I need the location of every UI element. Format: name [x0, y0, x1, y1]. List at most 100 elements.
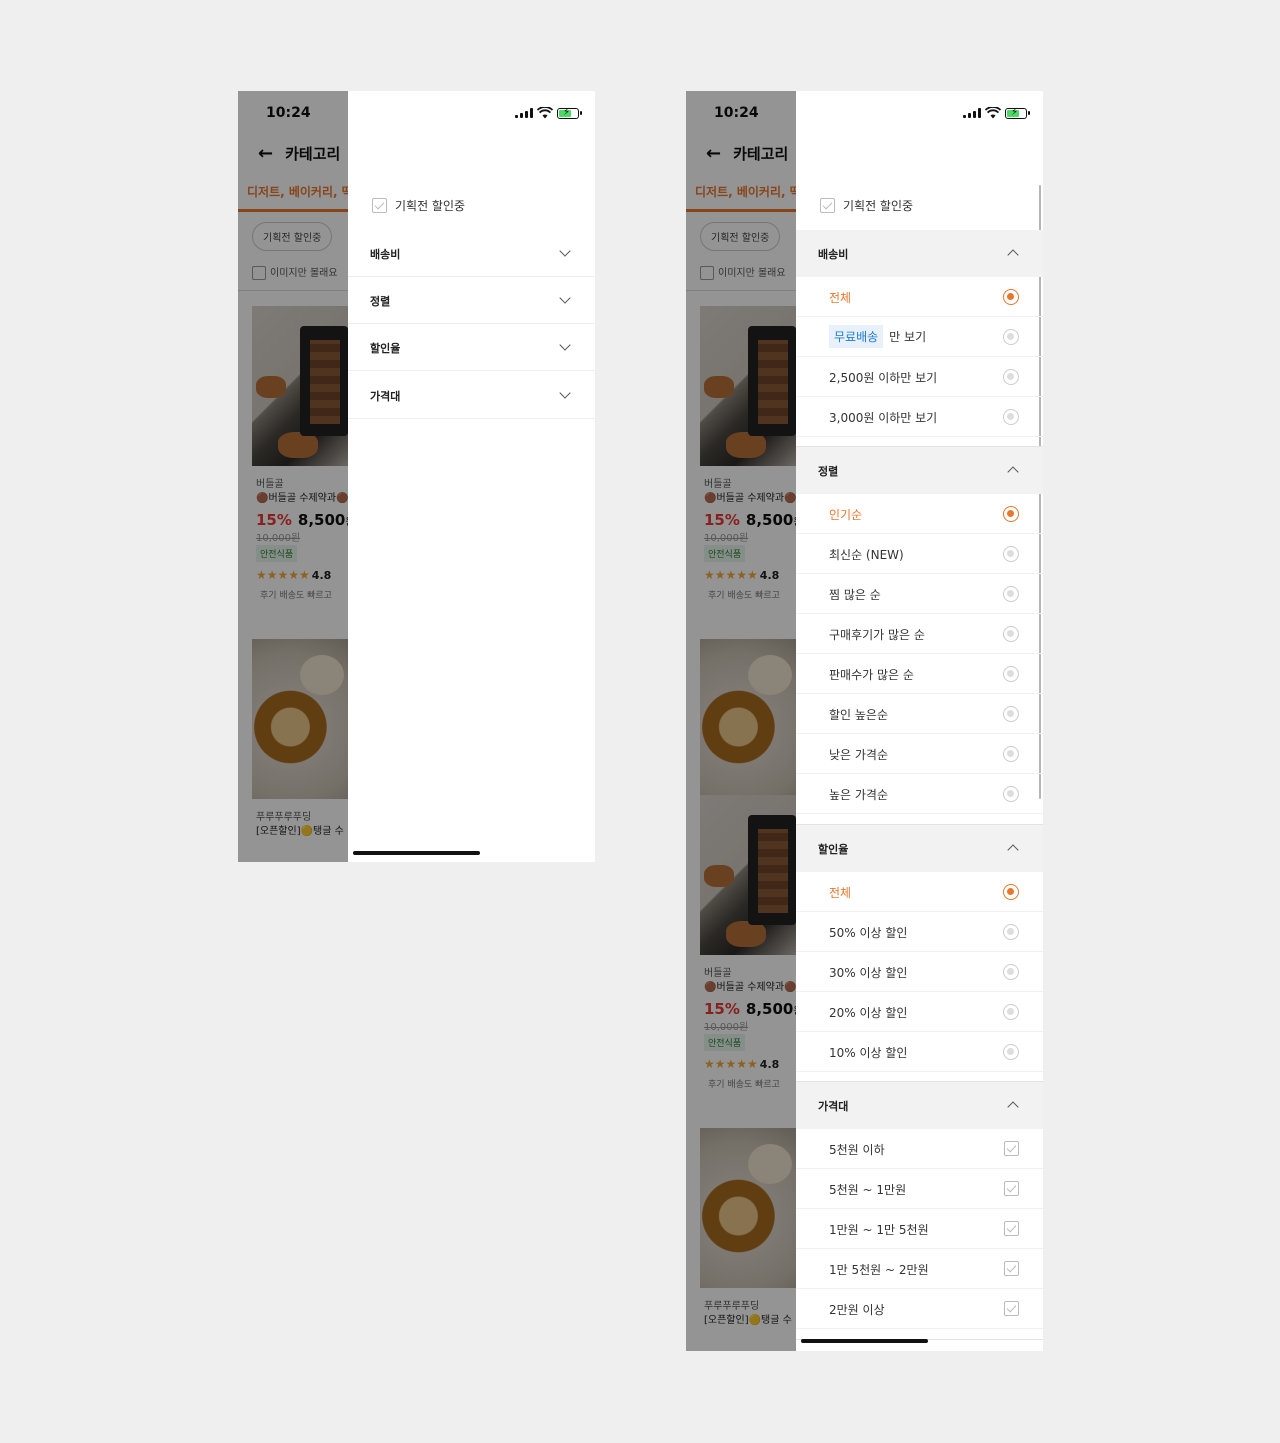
chevron-up-icon [1007, 844, 1019, 856]
dim-overlay[interactable] [238, 91, 348, 862]
chevron-down-icon [559, 339, 571, 351]
radio-selected-icon [1003, 884, 1019, 900]
option-label: 구매후기가 많은 순 [829, 628, 925, 642]
chevron-down-icon [559, 292, 571, 304]
radio-icon [1003, 786, 1019, 802]
option-label: 인기순 [829, 508, 863, 522]
option-label: 3,000원 이하만 보기 [829, 411, 938, 425]
radio-icon [1003, 369, 1019, 385]
option-price-10k-15k[interactable]: 1만원 ~ 1만 5천원 [796, 1209, 1043, 1249]
option-label: 낮은 가격순 [829, 748, 889, 762]
option-sort-wishlist[interactable]: 찜 많은 순 [796, 574, 1043, 614]
phone-screen-collapsed: 10:24 ← 카테고리 디저트, 베이커리, 떡 기획전 할인중 이미지만 볼래… [238, 91, 595, 862]
background-category-page: 10:24 ← 카테고리 디저트, 베이커리, 떡 기획전 할인중 이미지만 볼래… [686, 91, 796, 1351]
section-title: 배송비 [818, 248, 849, 261]
option-shipping-all[interactable]: 전체 [796, 277, 1043, 317]
radio-icon [1003, 666, 1019, 682]
section-title: 정렬 [818, 465, 839, 478]
option-sort-sales[interactable]: 판매수가 많은 순 [796, 654, 1043, 694]
filter-drawer: ⚡ 기획전 할인중 배송비 전체 무료배송 만 보기 2,500원 이하만 보기 … [796, 91, 1043, 1351]
section-discount[interactable]: 할인율 [348, 324, 595, 371]
option-sort-price-low[interactable]: 낮은 가격순 [796, 734, 1043, 774]
home-indicator [353, 851, 480, 855]
option-label: 5천원 ~ 1만원 [829, 1183, 907, 1197]
option-sort-price-high[interactable]: 높은 가격순 [796, 774, 1043, 814]
radio-icon [1003, 706, 1019, 722]
option-label: 20% 이상 할인 [829, 1006, 908, 1020]
radio-icon [1003, 746, 1019, 762]
option-label: 판매수가 많은 순 [829, 668, 914, 682]
radio-selected-icon [1003, 289, 1019, 305]
option-discount-10[interactable]: 10% 이상 할인 [796, 1032, 1043, 1072]
section-shipping[interactable]: 배송비 [348, 230, 595, 277]
option-free-shipping[interactable]: 무료배송 만 보기 [796, 317, 1043, 357]
option-label: 2,500원 이하만 보기 [829, 371, 938, 385]
radio-icon [1003, 546, 1019, 562]
option-price-over-20k[interactable]: 2만원 이상 [796, 1289, 1043, 1329]
section-title: 배송비 [370, 248, 401, 261]
section-title: 할인율 [370, 342, 401, 355]
option-shipping-3000[interactable]: 3,000원 이하만 보기 [796, 397, 1043, 437]
radio-icon [1003, 586, 1019, 602]
section-price[interactable]: 가격대 [796, 1082, 1043, 1129]
checkbox-icon [372, 198, 387, 213]
option-label: 찜 많은 순 [829, 588, 881, 602]
wifi-icon [985, 107, 1001, 119]
section-discount[interactable]: 할인율 [796, 825, 1043, 872]
option-discount-20[interactable]: 20% 이상 할인 [796, 992, 1043, 1032]
wifi-icon [537, 107, 553, 119]
radio-icon [1003, 1044, 1019, 1060]
radio-icon [1003, 924, 1019, 940]
radio-icon [1003, 409, 1019, 425]
option-label: 1만 5천원 ~ 2만원 [829, 1263, 929, 1277]
chevron-down-icon [559, 387, 571, 399]
radio-icon [1003, 1004, 1019, 1020]
option-sort-discount[interactable]: 할인 높은순 [796, 694, 1043, 734]
dim-overlay[interactable] [686, 91, 796, 1351]
option-label: 30% 이상 할인 [829, 966, 908, 980]
battery-icon: ⚡ [1005, 107, 1030, 119]
option-price-under-5k[interactable]: 5천원 이하 [796, 1129, 1043, 1169]
section-shipping[interactable]: 배송비 [796, 230, 1043, 277]
option-discount-30[interactable]: 30% 이상 할인 [796, 952, 1043, 992]
option-price-15k-20k[interactable]: 1만 5천원 ~ 2만원 [796, 1249, 1043, 1289]
chevron-down-icon [559, 245, 571, 257]
status-icons: ⚡ [515, 106, 582, 120]
option-shipping-2500[interactable]: 2,500원 이하만 보기 [796, 357, 1043, 397]
option-sort-reviews[interactable]: 구매후기가 많은 순 [796, 614, 1043, 654]
option-label: 5천원 이하 [829, 1143, 885, 1157]
section-price[interactable]: 가격대 [348, 372, 595, 419]
option-sort-popular[interactable]: 인기순 [796, 494, 1043, 534]
section-sort[interactable]: 정렬 [348, 277, 595, 324]
section-title: 정렬 [370, 295, 391, 308]
promo-label: 기획전 할인중 [395, 199, 466, 213]
chevron-up-icon [1007, 1101, 1019, 1113]
section-sort[interactable]: 정렬 [796, 447, 1043, 494]
option-label: 할인 높은순 [829, 708, 889, 722]
checkbox-icon [1004, 1221, 1019, 1236]
home-indicator [801, 1339, 928, 1343]
filter-drawer: ⚡ 기획전 할인중 배송비 정렬 할인율 가격대 [348, 91, 595, 862]
option-discount-all[interactable]: 전체 [796, 872, 1043, 912]
promo-filter-checkbox[interactable]: 기획전 할인중 [820, 197, 913, 214]
option-discount-50[interactable]: 50% 이상 할인 [796, 912, 1043, 952]
option-label: 전체 [829, 886, 852, 900]
radio-icon [1003, 329, 1019, 345]
chevron-up-icon [1007, 249, 1019, 261]
checkbox-icon [1004, 1261, 1019, 1276]
radio-icon [1003, 964, 1019, 980]
radio-icon [1003, 626, 1019, 642]
promo-label: 기획전 할인중 [843, 199, 914, 213]
option-label: 2만원 이상 [829, 1303, 885, 1317]
option-price-5k-10k[interactable]: 5천원 ~ 1만원 [796, 1169, 1043, 1209]
promo-filter-checkbox[interactable]: 기획전 할인중 [372, 197, 465, 214]
checkbox-icon [1004, 1141, 1019, 1156]
signal-icon [963, 108, 981, 118]
checkbox-icon [820, 198, 835, 213]
option-label: 10% 이상 할인 [829, 1046, 908, 1060]
option-label: 최신순 (NEW) [829, 548, 904, 562]
option-sort-newest[interactable]: 최신순 (NEW) [796, 534, 1043, 574]
signal-icon [515, 108, 533, 118]
battery-icon: ⚡ [557, 107, 582, 119]
checkbox-icon [1004, 1181, 1019, 1196]
